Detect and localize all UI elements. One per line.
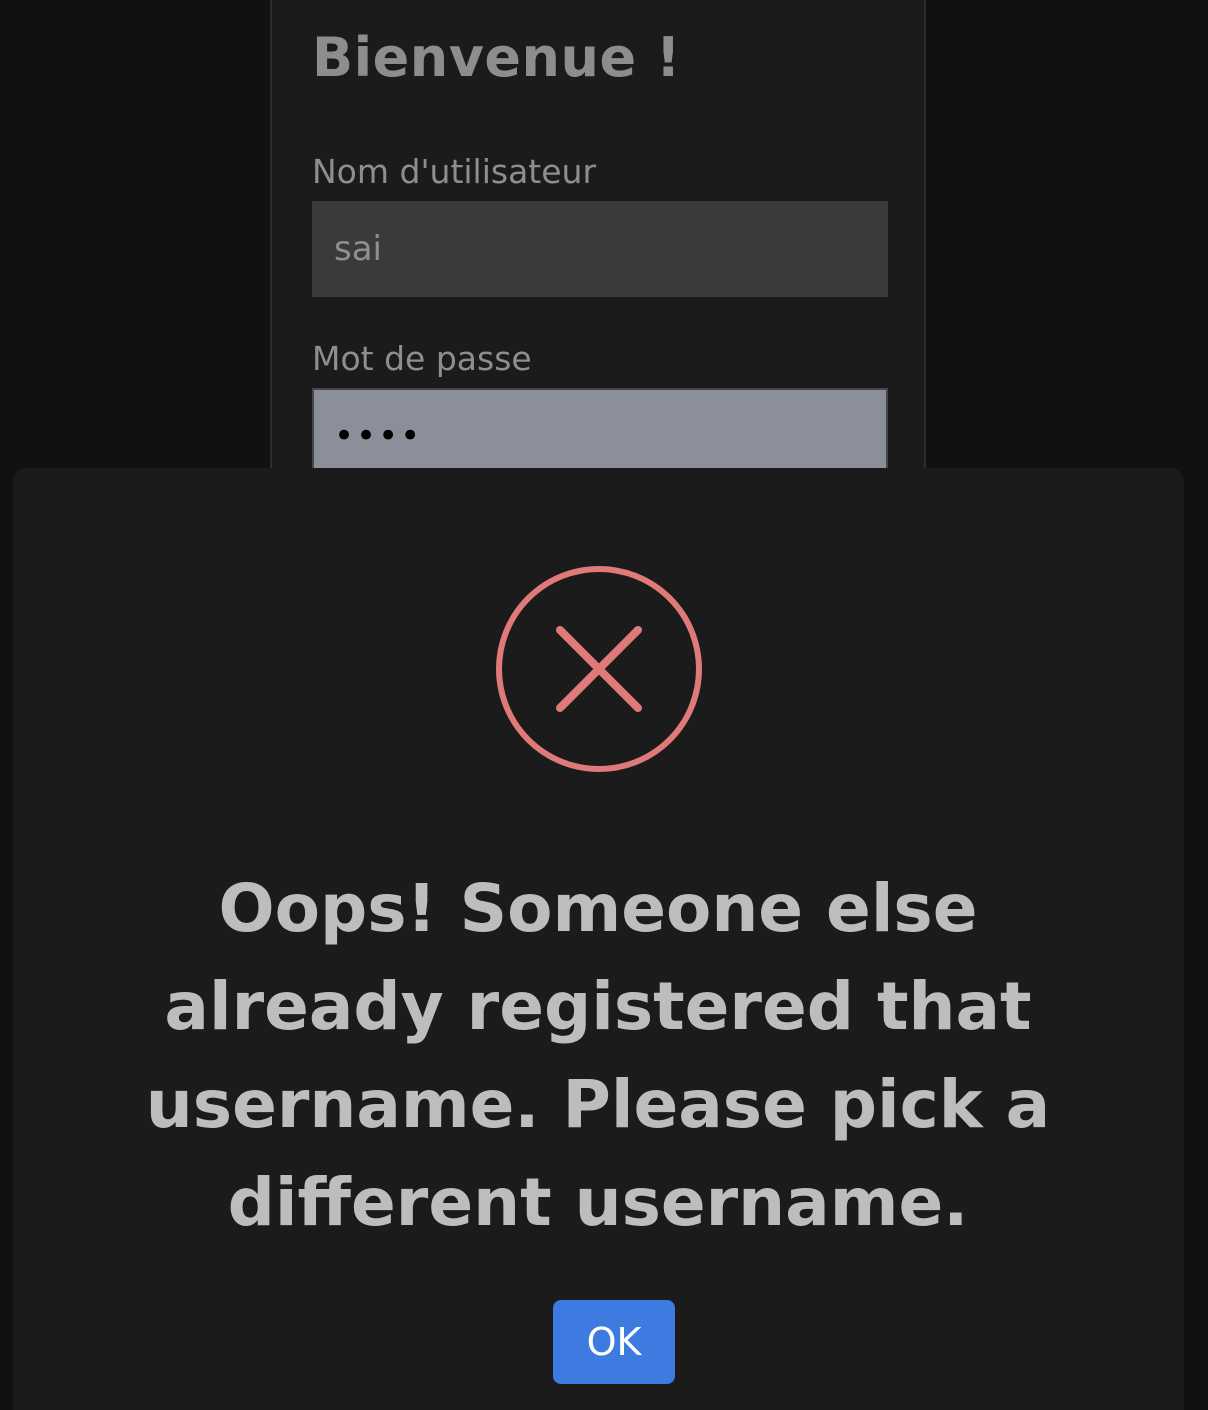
username-input[interactable]	[312, 201, 888, 297]
error-dialog: Oops! Someone else already registered th…	[13, 468, 1184, 1410]
ok-button[interactable]: OK	[553, 1300, 675, 1384]
username-label: Nom d'utilisateur	[312, 152, 597, 191]
error-x-circle-icon	[496, 566, 702, 772]
login-card: Bienvenue ! Nom d'utilisateur Mot de pas…	[270, 0, 926, 520]
password-value: ••••	[334, 416, 423, 456]
screen: Bienvenue ! Nom d'utilisateur Mot de pas…	[0, 0, 1208, 1410]
error-message: Oops! Someone else already registered th…	[145, 870, 1051, 1241]
password-label: Mot de passe	[312, 339, 532, 378]
page-title: Bienvenue !	[312, 26, 681, 89]
